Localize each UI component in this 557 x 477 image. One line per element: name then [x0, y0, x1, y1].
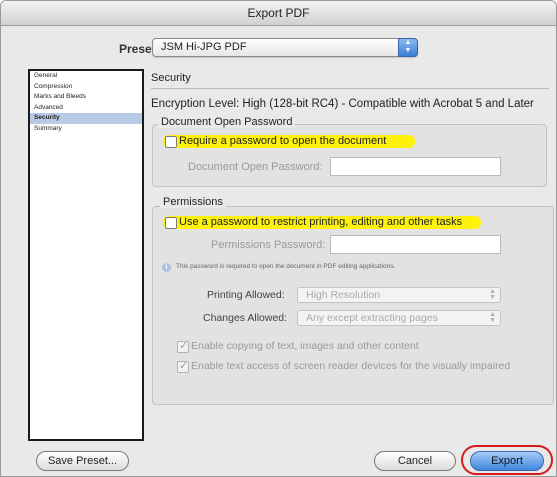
printing-allowed-value: High Resolution [306, 289, 381, 301]
changes-allowed-label: Changes Allowed: [203, 312, 288, 324]
permissions-password-checkbox-label: Use a password to restrict printing, edi… [179, 216, 463, 228]
category-list: General Compression Marks and Bleeds Adv… [28, 69, 144, 441]
require-password-checkbox[interactable] [165, 136, 177, 148]
sidebar-item-advanced[interactable]: Advanced [30, 103, 142, 114]
permissions-password-field[interactable] [330, 235, 501, 254]
enable-screen-reader-checkbox[interactable]: ✓ [177, 360, 189, 373]
require-password-label: Require a password to open the document [179, 135, 387, 147]
preset-value: JSM Hi-JPG PDF [161, 41, 247, 53]
section-heading: Security [151, 72, 191, 84]
export-pdf-dialog: Export PDF Preset: JSM Hi-JPG PDF ▲ ▼ Gen… [0, 0, 557, 477]
cancel-button[interactable]: Cancel [374, 451, 456, 471]
checkmark-icon: ✓ [179, 360, 189, 372]
printing-allowed-select[interactable]: High Resolution ▲ ▼ [297, 287, 501, 303]
permissions-password-label: Permissions Password: [211, 239, 326, 251]
printing-allowed-label: Printing Allowed: [207, 289, 285, 301]
sidebar-item-marks-and-bleeds[interactable]: Marks and Bleeds [30, 92, 142, 103]
dropdown-arrows-icon: ▲ ▼ [398, 38, 418, 57]
checkmark-icon: ✓ [179, 340, 189, 352]
group-title-open-password: Document Open Password [158, 116, 296, 128]
info-icon: i [162, 263, 171, 272]
permissions-info-text: This password is required to open the do… [176, 263, 396, 270]
group-title-permissions: Permissions [160, 196, 226, 208]
select-arrows-icon: ▲ ▼ [489, 288, 496, 301]
encryption-level-text: Encryption Level: High (128-bit RC4) - C… [151, 98, 534, 110]
sidebar-item-security[interactable]: Security [30, 113, 142, 124]
select-arrows-icon: ▲ ▼ [489, 311, 496, 324]
window-title: Export PDF [1, 1, 556, 26]
document-open-password-group [152, 124, 547, 187]
document-open-password-label: Document Open Password: [188, 161, 323, 173]
document-open-password-field[interactable] [330, 157, 501, 176]
sidebar-item-general[interactable]: General [30, 71, 142, 82]
permissions-password-checkbox[interactable] [165, 217, 177, 229]
save-preset-button[interactable]: Save Preset... [36, 451, 129, 471]
sidebar-item-summary[interactable]: Summary [30, 124, 142, 135]
changes-allowed-select[interactable]: Any except extracting pages ▲ ▼ [297, 310, 501, 326]
sidebar-item-compression[interactable]: Compression [30, 82, 142, 93]
preset-dropdown[interactable]: JSM Hi-JPG PDF ▲ ▼ [152, 38, 418, 57]
enable-screen-reader-label: Enable text access of screen reader devi… [191, 360, 511, 372]
enable-copying-checkbox[interactable]: ✓ [177, 340, 189, 353]
security-panel: Security Encryption Level: High (128-bit… [151, 67, 556, 437]
changes-allowed-value: Any except extracting pages [306, 312, 438, 324]
enable-copying-label: Enable copying of text, images and other… [191, 340, 419, 352]
section-divider [151, 88, 549, 89]
export-button[interactable]: Export [470, 451, 544, 471]
